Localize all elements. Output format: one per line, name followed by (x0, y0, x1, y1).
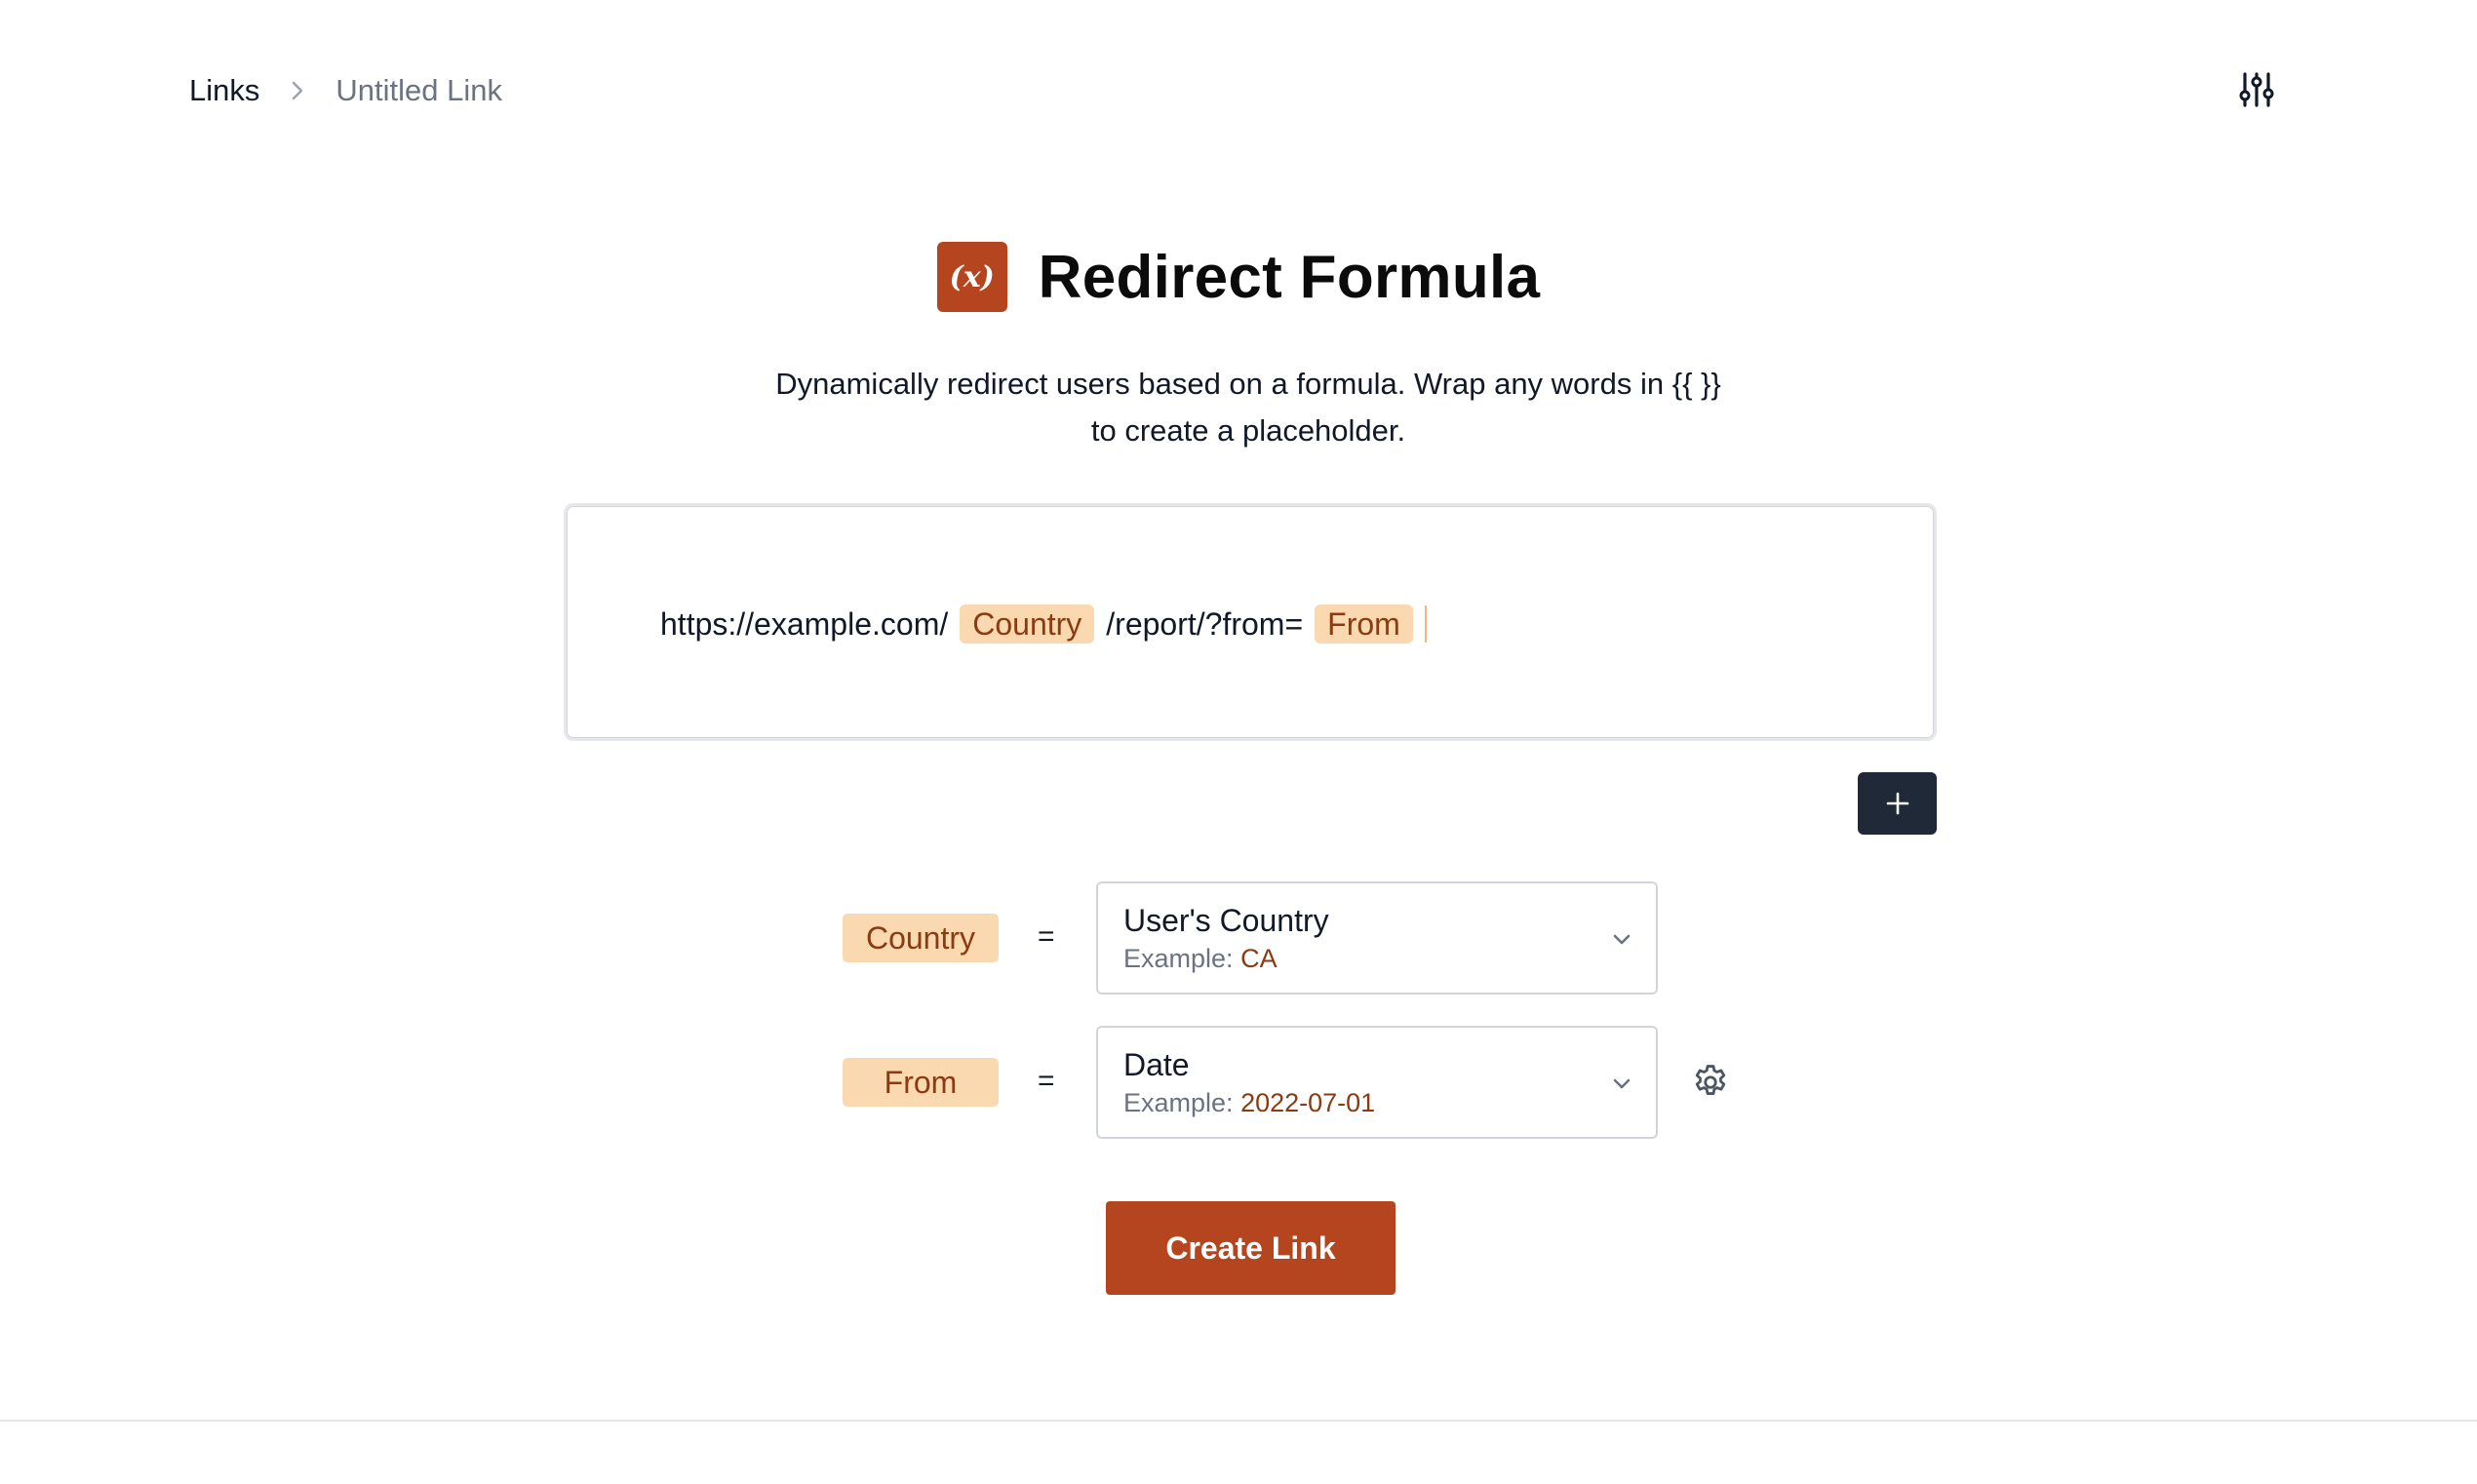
formula-editor[interactable]: https://example.com/ Country /report/?fr… (564, 503, 1937, 741)
equals-sign: = (1038, 920, 1055, 953)
select-example: Example: 2022-07-01 (1123, 1088, 1375, 1118)
sliders-icon[interactable] (2233, 66, 2280, 113)
chevron-down-icon (1613, 934, 1631, 945)
formula-text: /report/?from= (1106, 605, 1304, 642)
chevron-down-icon (1613, 1078, 1631, 1089)
formula-line: https://example.com/ Country /report/?fr… (660, 604, 1427, 644)
page-description: Dynamically redirect users based on a fo… (702, 361, 1794, 454)
breadcrumb-links[interactable]: Links (189, 73, 259, 108)
text-caret (1424, 605, 1427, 643)
select-value: User's Country (1123, 903, 1329, 938)
description-line: Dynamically redirect users based on a fo… (775, 367, 1721, 401)
page-title: Redirect Formula (1038, 243, 1541, 311)
variable-source-select[interactable]: User's Country Example: CA (1096, 881, 1658, 995)
variable-source-select[interactable]: Date Example: 2022-07-01 (1096, 1026, 1658, 1139)
variable-chip: Country (843, 914, 999, 962)
gear-icon[interactable] (1689, 1061, 1732, 1104)
select-example: Example: CA (1123, 944, 1278, 974)
description-line: to create a placeholder. (1090, 413, 1406, 448)
example-value: CA (1240, 944, 1278, 973)
example-value: 2022-07-01 (1240, 1088, 1376, 1117)
variable-row-from: From = Date Example: 2022-07-01 (843, 1026, 1818, 1139)
breadcrumb-current: Untitled Link (335, 73, 502, 107)
formula-token-country[interactable]: Country (960, 605, 1095, 644)
page: Links Untitled Link (x) Redirect Formula… (0, 0, 2477, 1484)
variable-row-country: Country = User's Country Example: CA (843, 881, 1818, 995)
add-placeholder-button[interactable] (1858, 772, 1937, 835)
footer-divider (0, 1420, 2477, 1422)
chevron-right-icon (289, 79, 306, 102)
example-label: Example: (1123, 944, 1234, 973)
select-value: Date (1123, 1047, 1190, 1082)
formula-token-from[interactable]: From (1315, 605, 1413, 644)
equals-sign: = (1038, 1065, 1055, 1097)
formula-icon: (x) (936, 242, 1007, 312)
formula-text: https://example.com/ (660, 605, 949, 642)
example-label: Example: (1123, 1088, 1234, 1117)
variable-chip: From (843, 1058, 999, 1107)
create-link-button[interactable]: Create Link (1106, 1201, 1396, 1295)
plus-icon (1886, 792, 1908, 815)
breadcrumb: Links Untitled Link (189, 70, 502, 111)
page-header: (x) Redirect Formula (0, 242, 2477, 312)
